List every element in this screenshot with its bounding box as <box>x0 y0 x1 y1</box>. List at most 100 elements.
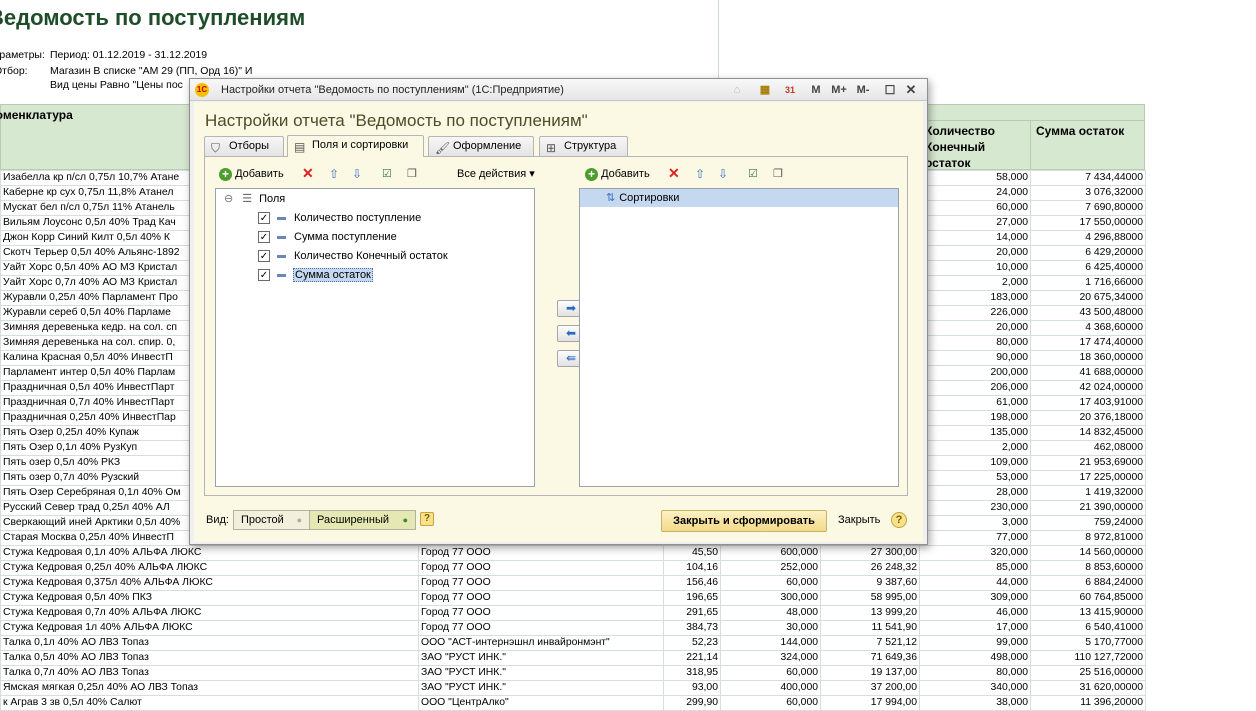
table-cell: ЗАО "РУСТ ИНК." <box>418 680 664 696</box>
table-row[interactable]: к Аграв 3 зв 0,5л 40% Салют ООО "ЦентрАлк… <box>0 695 1146 711</box>
table-cell: 17,000 <box>919 620 1031 636</box>
radio-off-icon: ● <box>296 515 302 525</box>
table-cell: 17 994,00 <box>820 695 920 711</box>
add-icon: + <box>219 167 232 181</box>
sorting-root[interactable]: ⇅ Сортировки <box>580 189 898 207</box>
table-cell: 6 884,24000 <box>1030 575 1146 591</box>
table-row[interactable]: Талка 0,1л 40% АО ЛВЗ Топаз ООО "АСТ-инте… <box>0 635 1146 651</box>
field-row-selected[interactable]: ✓ Сумма остаток <box>258 266 373 284</box>
field-row[interactable]: ✓ Количество поступление <box>258 209 421 227</box>
maximize-icon[interactable]: ☐ <box>883 82 897 98</box>
table-row[interactable]: Ямская мягкая 0,25л 40% АО ЛВЗ Топаз ЗАО … <box>0 680 1146 696</box>
app-logo-icon: 1С <box>195 83 209 97</box>
table-cell: Город 77 ООО <box>418 605 664 621</box>
table-cell: 384,73 <box>663 620 721 636</box>
close-and-generate-button[interactable]: Закрыть и сформировать <box>661 510 827 532</box>
checkbox[interactable]: ✓ <box>258 212 270 224</box>
table-cell: 109,000 <box>919 455 1031 471</box>
table-cell: 20,000 <box>919 245 1031 261</box>
table-cell: 226,000 <box>919 305 1031 321</box>
table-cell: Ямская мягкая 0,25л 40% АО ЛВЗ Топаз <box>0 680 419 696</box>
table-row[interactable]: Стужа Кедровая 0,25л 40% АЛЬФА ЛЮКС Город… <box>0 560 1146 576</box>
add-field-button[interactable]: + Добавить <box>219 166 284 182</box>
table-cell: к Аграв 3 зв 0,5л 40% Салют <box>0 695 419 711</box>
table-cell: 19 137,00 <box>820 665 920 681</box>
tab-formatting[interactable]: 🖌 Оформление <box>428 136 534 156</box>
field-icon <box>277 236 286 239</box>
table-cell: 206,000 <box>919 380 1031 396</box>
table-cell: 320,000 <box>919 545 1031 561</box>
table-cell: Талка 0,5л 40% АО ЛВЗ Топаз <box>0 650 419 666</box>
table-cell: 299,90 <box>663 695 721 711</box>
table-cell: 196,65 <box>663 590 721 606</box>
home-icon[interactable]: ⌂ <box>730 82 744 98</box>
all-actions-menu[interactable]: Все действия ▾ <box>457 166 535 182</box>
table-cell: 135,000 <box>919 425 1031 441</box>
table-cell: 20,000 <box>919 320 1031 336</box>
header-divider <box>919 120 1145 121</box>
move-down-icon[interactable]: ⇩ <box>718 166 728 182</box>
tab-fields-sorting[interactable]: ▤ Поля и сортировки <box>287 135 424 157</box>
table-cell: 42 024,00000 <box>1030 380 1146 396</box>
table-row[interactable]: Талка 0,7л 40% АО ЛВЗ Топаз ЗАО "РУСТ ИНК… <box>0 665 1146 681</box>
field-row[interactable]: ✓ Сумма поступление <box>258 228 397 246</box>
checkbox[interactable]: ✓ <box>258 269 270 281</box>
move-up-icon[interactable]: ⇧ <box>329 166 339 182</box>
uncheck-all-icon[interactable]: ❐ <box>407 166 417 182</box>
delete-icon[interactable]: ✕ <box>302 165 314 181</box>
check-all-icon[interactable]: ☑ <box>748 166 758 182</box>
table-cell: 318,95 <box>663 665 721 681</box>
calendar-icon[interactable]: 31 <box>782 82 798 98</box>
table-row[interactable]: Талка 0,5л 40% АО ЛВЗ Топаз ЗАО "РУСТ ИНК… <box>0 650 1146 666</box>
move-down-icon[interactable]: ⇩ <box>352 166 362 182</box>
table-row[interactable]: Стужа Кедровая 0,5л 40% ПКЗ Город 77 ООО 1… <box>0 590 1146 606</box>
table-cell: 4 368,60000 <box>1030 320 1146 336</box>
table-row[interactable]: Стужа Кедровая 1л 40% АЛЬФА ЛЮКС Город 77… <box>0 620 1146 636</box>
calculator-icon[interactable]: ▦ <box>758 82 772 98</box>
param-label: Отбор: <box>0 65 28 77</box>
table-cell: 2,000 <box>919 275 1031 291</box>
delete-icon[interactable]: ✕ <box>668 165 680 181</box>
table-cell: 9 387,60 <box>820 575 920 591</box>
table-cell: 20 675,34000 <box>1030 290 1146 306</box>
close-button[interactable]: Закрыть <box>838 514 880 526</box>
dialog-titlebar[interactable]: 1С Настройки отчета "Ведомость по поступ… <box>190 79 927 101</box>
help-icon[interactable]: ? <box>891 512 907 528</box>
memory-minus-button[interactable]: M- <box>853 82 873 98</box>
table-cell: 7 521,12 <box>820 635 920 651</box>
view-simple-button[interactable]: Простой ● <box>233 510 310 530</box>
table-cell: 48,000 <box>720 605 821 621</box>
table-cell: 183,000 <box>919 290 1031 306</box>
uncheck-all-icon[interactable]: ❐ <box>773 166 783 182</box>
memory-plus-button[interactable]: M+ <box>829 82 849 98</box>
memory-button[interactable]: M <box>809 82 823 98</box>
checkbox[interactable]: ✓ <box>258 250 270 262</box>
fields-tree[interactable]: ⊖ ☰ Поля ✓ Количество поступление ✓ Сумма по… <box>215 188 535 487</box>
tree-root[interactable]: ⊖ ☰ Поля <box>224 190 285 208</box>
table-cell: 252,000 <box>720 560 821 576</box>
table-cell: 24,000 <box>919 185 1031 201</box>
tab-filters[interactable]: ⛉ Отборы <box>204 136 284 156</box>
tab-label: Структура <box>564 140 617 152</box>
sorting-tree[interactable]: ⇅ Сортировки <box>579 188 899 487</box>
field-row[interactable]: ✓ Количество Конечный остаток <box>258 247 448 265</box>
table-row[interactable]: Стужа Кедровая 0,7л 40% АЛЬФА ЛЮКС Город … <box>0 605 1146 621</box>
table-cell: 309,000 <box>919 590 1031 606</box>
table-cell: 156,46 <box>663 575 721 591</box>
table-cell: 300,000 <box>720 590 821 606</box>
table-cell: 11 396,20000 <box>1030 695 1146 711</box>
field-icon <box>277 255 286 258</box>
view-advanced-button[interactable]: Расширенный ● <box>309 510 416 530</box>
table-cell: Город 77 ООО <box>418 620 664 636</box>
tab-structure[interactable]: ⊞ Структура <box>539 136 628 156</box>
table-row[interactable]: Стужа Кедровая 0,375л 40% АЛЬФА ЛЮКС Горо… <box>0 575 1146 591</box>
table-cell: 27,000 <box>919 215 1031 231</box>
table-row[interactable]: Стужа Кедровая 0,1л 40% АЛЬФА ЛЮКС Город … <box>0 545 1146 561</box>
check-all-icon[interactable]: ☑ <box>382 166 392 182</box>
close-icon[interactable]: ✕ <box>904 82 918 98</box>
checkbox[interactable]: ✓ <box>258 231 270 243</box>
move-up-icon[interactable]: ⇧ <box>695 166 705 182</box>
add-sorting-button[interactable]: + Добавить <box>585 166 650 182</box>
view-help-icon[interactable]: ? <box>420 512 434 526</box>
table-cell: 25 516,00000 <box>1030 665 1146 681</box>
